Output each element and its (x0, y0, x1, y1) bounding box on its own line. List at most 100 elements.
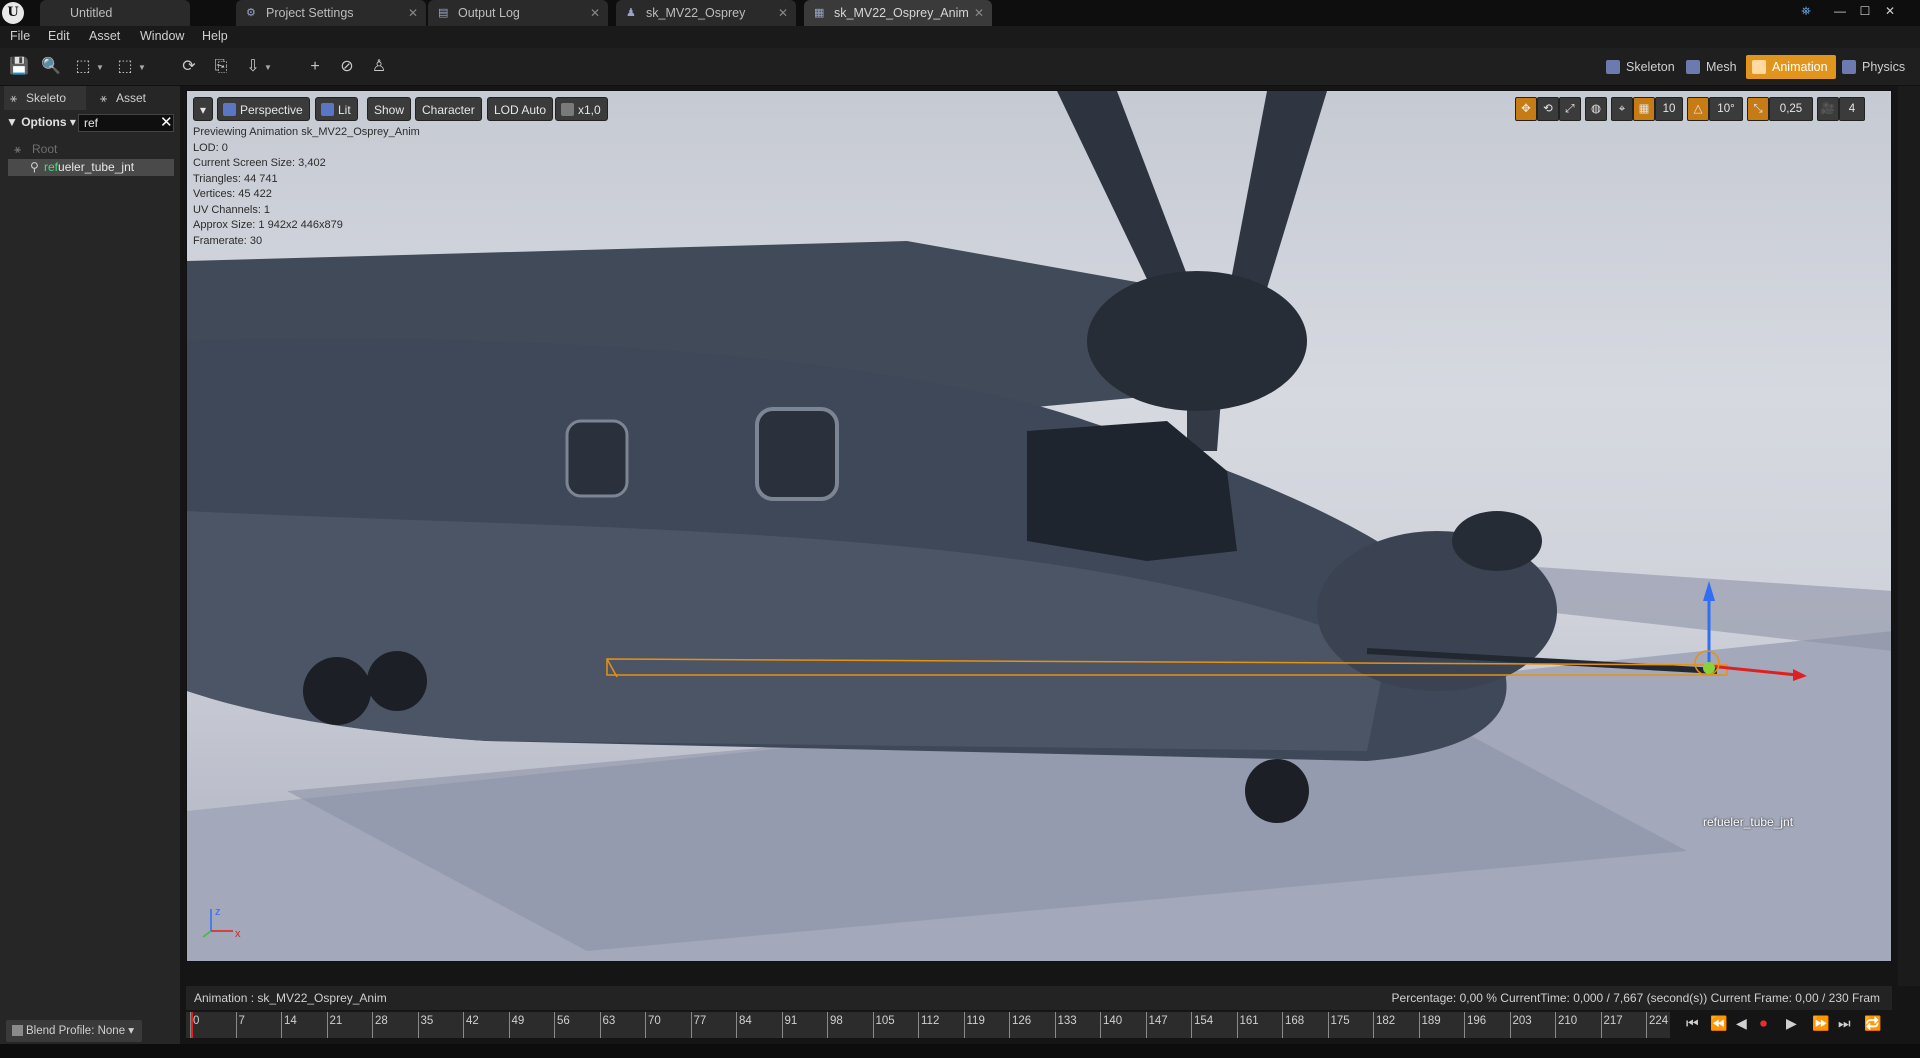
add-icon[interactable]: + (304, 56, 326, 78)
browse-icon[interactable]: 🔍 (40, 56, 62, 78)
timeline-tick (736, 1012, 737, 1038)
chevron-down-icon[interactable]: ▼ (264, 63, 272, 72)
status-bar (0, 1044, 1920, 1058)
play-reverse-icon[interactable]: ◀ (1736, 1015, 1747, 1032)
tree-item-refueler-tube-jnt[interactable]: ⚲ refueler_tube_jnt (8, 159, 174, 176)
details-panel-collapsed[interactable] (1898, 86, 1920, 986)
scale-snap-value[interactable]: 0,25 (1769, 97, 1813, 121)
timeline-tick-label: 56 (557, 1015, 570, 1027)
options-dropdown[interactable]: ▼ Options ▾ (6, 115, 76, 129)
step-back-icon[interactable]: ⏪ (1710, 1015, 1727, 1032)
perspective-button[interactable]: Perspective (217, 97, 310, 121)
blend-profile-dropdown[interactable]: Blend Profile: None ▾ (6, 1020, 143, 1042)
chevron-down-icon[interactable]: ▼ (96, 63, 104, 72)
skeleton-mode-button[interactable]: Skeleton (1600, 55, 1683, 79)
surface-snap-icon[interactable]: ⌖ (1611, 97, 1633, 121)
mesh-mode-button[interactable]: Mesh (1680, 55, 1745, 79)
character-button[interactable]: Character (415, 97, 482, 121)
playback-speed-button[interactable]: x1,0 (555, 97, 608, 121)
close-icon[interactable]: ✕ (974, 0, 984, 26)
lod-button[interactable]: LOD Auto (487, 97, 554, 121)
camera-speed-value[interactable]: 4 (1839, 97, 1865, 121)
minimize-button[interactable]: — (1830, 2, 1850, 20)
animation-mode-button[interactable]: Animation (1746, 55, 1836, 79)
play-icon[interactable]: ▶ (1786, 1015, 1797, 1032)
tab-asset-details[interactable]: ⚹ Asset (94, 86, 174, 110)
reimport-icon[interactable]: ⬚ (72, 56, 94, 78)
grid-snap-icon[interactable]: ▦ (1633, 97, 1655, 121)
animation-icon: ▦ (814, 7, 825, 19)
loop-icon[interactable]: 🔁 (1864, 1015, 1881, 1032)
tab-skeleton-tree[interactable]: ⚹ Skeleto (4, 86, 86, 110)
menu-asset[interactable]: Asset (89, 29, 120, 43)
timeline-tick (690, 1012, 692, 1038)
chevron-down-icon[interactable]: ▼ (138, 63, 146, 72)
timeline-tick-label: 0 (193, 1015, 200, 1027)
timeline-tick (781, 1012, 783, 1038)
record-icon[interactable]: ⏺ (1760, 1015, 1767, 1032)
timeline-tick-label: 147 (1148, 1015, 1168, 1027)
close-icon[interactable]: ✕ (408, 0, 418, 26)
timeline-tick (463, 1012, 464, 1038)
timeline-tick (1373, 1012, 1374, 1038)
settings-icon: ⚙ (246, 7, 256, 19)
tab-skeletal-mesh[interactable]: ♟ sk_MV22_Osprey ✕ (616, 0, 796, 26)
timeline-tick (1464, 1012, 1465, 1038)
scale-mode-icon[interactable]: ⤢ (1559, 97, 1581, 121)
source-control-icon[interactable]: ⛯ (1796, 2, 1816, 20)
close-icon[interactable]: ✕ (590, 0, 600, 26)
close-icon[interactable]: ✕ (778, 0, 788, 26)
timeline-tick-label: 168 (1285, 1015, 1305, 1027)
tab-project-settings[interactable]: ⚙ Project Settings ✕ (236, 0, 426, 26)
physics-mode-button[interactable]: Physics (1836, 55, 1913, 79)
timeline-tick-label: 210 (1558, 1015, 1578, 1027)
preview-mesh-icon[interactable]: ⬚ (114, 56, 136, 78)
camera-speed-icon[interactable]: 🎥 (1817, 97, 1839, 121)
save-icon[interactable]: 💾 (8, 56, 30, 78)
tab-output-log[interactable]: ▤ Output Log ✕ (428, 0, 608, 26)
rotate-mode-icon[interactable]: ⟲ (1537, 97, 1559, 121)
tab-animation-asset[interactable]: ▦ sk_MV22_Osprey_Anim ✕ (804, 0, 992, 26)
translate-mode-icon[interactable]: ✥ (1515, 97, 1537, 121)
timeline-tick (235, 1012, 237, 1038)
close-window-button[interactable]: ✕ (1880, 2, 1900, 20)
coordinate-space-icon[interactable]: ◍ (1585, 97, 1607, 121)
skip-to-start-icon[interactable]: ⏮ (1686, 1015, 1699, 1032)
bone-icon: ⚲ (30, 160, 39, 174)
skeleton-tree-panel: ⚹ Skeleto ⚹ Asset ▼ Options ▾ ref ✕ ⚹ Ro… (0, 86, 180, 1058)
export-asset-icon[interactable]: ⇩ (242, 56, 264, 78)
timeline-tick (508, 1012, 510, 1038)
tree-item-root[interactable]: ⚹ Root (10, 142, 57, 156)
scale-snap-icon[interactable]: ⤡ (1747, 97, 1769, 121)
remove-icon[interactable]: ⊘ (336, 56, 358, 78)
timeline-tick (1054, 1012, 1056, 1038)
apply-compression-icon[interactable]: ⎘ (210, 56, 232, 78)
rotation-snap-icon[interactable]: △ (1687, 97, 1709, 121)
lit-button[interactable]: Lit (315, 97, 358, 121)
timeline-tick-label: 91 (784, 1015, 798, 1027)
timeline-tick (1418, 1012, 1420, 1038)
menu-edit[interactable]: Edit (48, 29, 70, 43)
viewport[interactable]: z x ▾ Perspective Lit Show Character LOD… (186, 90, 1892, 962)
clear-search-icon[interactable]: ✕ (160, 113, 173, 131)
skip-to-end-icon[interactable]: ⏭ (1838, 1015, 1851, 1032)
details-icon: ⚹ (100, 91, 108, 105)
menu-window[interactable]: Window (140, 29, 184, 43)
menu-help[interactable]: Help (202, 29, 228, 43)
step-forward-icon[interactable]: ⏩ (1812, 1015, 1829, 1032)
create-asset-icon[interactable]: ⟳ (178, 56, 200, 78)
rotation-snap-value[interactable]: 10° (1709, 97, 1743, 121)
unreal-logo-icon[interactable]: U (2, 2, 24, 24)
character-icon[interactable]: ♙ (368, 56, 390, 78)
maximize-button[interactable]: ☐ (1855, 2, 1875, 20)
menu-file[interactable]: File (10, 29, 30, 43)
timeline-tick (417, 1012, 419, 1038)
level-icon (50, 7, 63, 19)
viewport-options-dropdown[interactable]: ▾ (193, 97, 213, 121)
animation-info-bar: Animation : sk_MV22_Osprey_Anim Percenta… (186, 986, 1892, 1010)
timeline-scrubber[interactable]: 0 7 14 21 28 35 42 49 56 63 70 77 84 91 98 105 112 119 126… (186, 1012, 1670, 1038)
timeline-tick (554, 1012, 555, 1038)
grid-snap-value[interactable]: 10 (1655, 97, 1683, 121)
tab-untitled[interactable]: Untitled (40, 0, 190, 26)
show-button[interactable]: Show (367, 97, 412, 121)
